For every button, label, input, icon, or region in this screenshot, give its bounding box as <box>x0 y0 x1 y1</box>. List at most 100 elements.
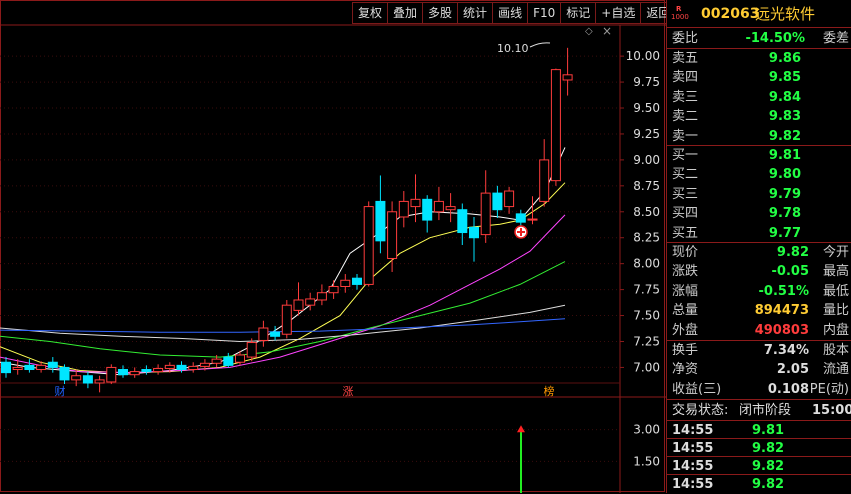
candle <box>375 175 386 254</box>
row-label-secondary: 量比 <box>822 303 849 319</box>
buy-level-row: 买三 9.79 <box>670 185 851 204</box>
row-label: 卖五 <box>672 51 699 66</box>
badge-bottom-text: 1000 <box>671 13 689 21</box>
row-label: 卖一 <box>672 128 699 144</box>
sell-level-row: 卖三 9.84 <box>670 88 851 107</box>
candle <box>433 186 444 221</box>
trade-status-row: 交易状态: 闭市阶段 15:00: <box>670 401 851 420</box>
row-label: 买五 <box>672 225 699 241</box>
candle <box>363 201 374 287</box>
price-tick-label: 9.75 <box>633 75 660 89</box>
candle <box>118 365 128 378</box>
buy-level-row: 买四 9.78 <box>670 204 851 223</box>
candle <box>153 364 164 375</box>
separator <box>667 399 851 400</box>
candle <box>398 191 409 228</box>
event-marker-label: 榜 <box>544 384 555 398</box>
stock-name: 远光软件 <box>755 5 816 23</box>
trade-price: 9.82 <box>752 477 785 492</box>
trade-time: 14:55 <box>672 477 714 492</box>
plus-circle-icon[interactable] <box>514 225 528 239</box>
tick-trade-row: 14:55 9.82 <box>670 475 851 494</box>
candle <box>188 362 199 373</box>
quote-stat-row: 换手 7.34% 股本 <box>670 341 851 360</box>
candle <box>387 201 398 272</box>
toolbar-multi-stock-button[interactable]: 多股 <box>422 2 458 24</box>
toolbar-add-watchlist-button[interactable]: +自选 <box>595 2 641 24</box>
row-label: 卖二 <box>672 109 699 125</box>
price-tick-label: 10.00 <box>626 49 660 63</box>
price-tick-label: 7.50 <box>633 309 660 323</box>
row-value: 9.77 <box>768 225 801 241</box>
event-marker[interactable]: 财 <box>54 384 67 398</box>
kline-chart[interactable]: 10.00 9.75 9.50 9.25 9.00 8.75 8.50 8.25 8.00 7.7… <box>0 0 666 493</box>
weibi-label: 委比 <box>672 31 699 46</box>
event-marker[interactable]: 涨 <box>342 384 355 398</box>
close-icon[interactable]: × <box>602 24 612 38</box>
toolbar-f10-button[interactable]: F10 <box>527 2 561 24</box>
candle <box>47 357 58 373</box>
candle <box>480 170 491 243</box>
buy-level-row: 买一 9.81 <box>670 146 851 165</box>
candle <box>129 367 140 378</box>
row-value: 9.82 <box>768 128 801 144</box>
candle <box>492 185 503 219</box>
row-label: 买二 <box>672 167 699 183</box>
trade-status-value: 闭市阶段 <box>739 403 792 418</box>
row-label-secondary: 最低 <box>822 283 849 299</box>
candle <box>316 284 327 306</box>
buy-level-row: 买五 9.77 <box>670 224 851 243</box>
candle <box>550 68 561 186</box>
candle <box>223 352 234 368</box>
toolbar-overlay-button[interactable]: 叠加 <box>387 2 423 24</box>
weibi-row: 委比 -14.50% 委差 <box>670 29 851 48</box>
row-value: 9.83 <box>768 109 801 125</box>
row-value: 0.108 <box>767 381 809 397</box>
candle <box>281 299 292 339</box>
event-marker-label: 财 <box>55 384 66 398</box>
toolbar-fuquan-button[interactable]: 复权 <box>352 2 388 24</box>
peak-arrow <box>529 42 551 48</box>
price-tick-label: 8.00 <box>633 257 660 271</box>
row-label: 收益(三) <box>672 381 722 397</box>
row-label: 涨幅 <box>672 283 699 299</box>
candle <box>504 186 515 214</box>
candle <box>141 365 152 375</box>
row-value: 894473 <box>754 303 809 319</box>
candle <box>1 357 11 378</box>
row-value: 9.79 <box>768 186 801 202</box>
event-marker[interactable]: 榜 <box>543 384 556 398</box>
price-tick-label: 9.25 <box>633 127 660 141</box>
trade-status-label: 交易状态: <box>672 403 729 418</box>
row-value: -0.51% <box>758 283 810 299</box>
price-tick-label: 7.00 <box>633 360 660 374</box>
weibi-value: -14.50% <box>745 31 805 46</box>
peak-price-label: 10.10 <box>497 42 529 55</box>
candle <box>562 47 573 96</box>
row-label: 卖三 <box>672 89 699 105</box>
candle <box>258 320 269 347</box>
sell-level-row: 卖五 9.86 <box>670 49 851 68</box>
toolbar-draw-line-button[interactable]: 画线 <box>492 2 528 24</box>
row-label-secondary: 内盘 <box>822 322 849 338</box>
toolbar-stats-button[interactable]: 统计 <box>457 2 493 24</box>
kline-chart-area[interactable]: 10.00 9.75 9.50 9.25 9.00 8.75 8.50 8.25 8.00 7.7… <box>0 0 677 493</box>
candle <box>24 359 35 373</box>
row-label-secondary: 股本 <box>822 343 849 358</box>
sell-level-row: 卖一 9.82 <box>670 127 851 146</box>
row-value: 7.34% <box>763 343 809 358</box>
candle <box>422 195 433 233</box>
toolbar-mark-button[interactable]: 标记 <box>560 2 596 24</box>
row-value: 9.82 <box>776 245 809 260</box>
row-label-secondary: 流通 <box>822 362 849 378</box>
row-label: 现价 <box>672 245 699 260</box>
weicha-label: 委差 <box>822 31 849 46</box>
row-value: 9.78 <box>768 206 801 222</box>
quote-stat-row: 涨跌 -0.05 最高 <box>670 262 851 281</box>
ma-line-ma5 <box>0 147 566 376</box>
arrow-up-icon <box>517 425 525 433</box>
row-label: 外盘 <box>672 322 699 338</box>
diamond-icon[interactable]: ◇ <box>585 26 593 37</box>
quote-stat-row: 总量 894473 量比 <box>670 301 851 320</box>
chart-toolbar: 复权 叠加 多股 统计 画线 F10 标记 +自选 返回 <box>352 2 677 24</box>
